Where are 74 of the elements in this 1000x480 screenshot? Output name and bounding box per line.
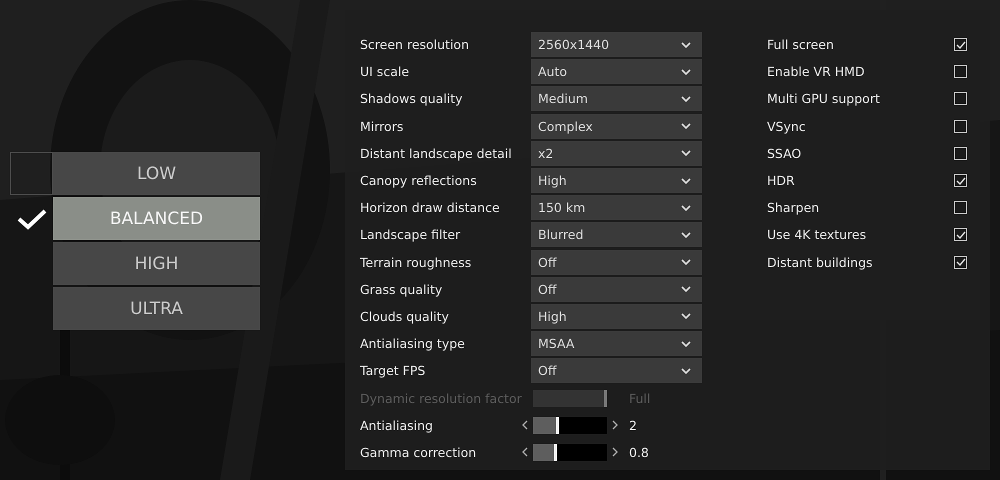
setting-label: Gamma correction xyxy=(360,444,478,460)
dropdown[interactable]: Auto xyxy=(531,59,702,84)
slider-track[interactable] xyxy=(533,416,607,434)
checkbox[interactable] xyxy=(954,174,967,188)
chevron-down-icon xyxy=(681,286,691,292)
setting-label: Clouds quality xyxy=(360,308,450,324)
dropdown[interactable]: x2 xyxy=(531,140,702,166)
setting-label: UI scale xyxy=(360,64,410,80)
checkbox[interactable] xyxy=(954,146,967,160)
slider-value: 0.8 xyxy=(629,444,649,460)
chevron-down-icon xyxy=(681,96,691,102)
setting-label: Landscape filter xyxy=(360,227,462,242)
chevron-down-icon xyxy=(681,368,691,374)
slider-track[interactable] xyxy=(533,390,607,407)
option-label: Use 4K textures xyxy=(767,227,866,242)
slider-track[interactable] xyxy=(533,444,607,461)
setting-label: Antialiasing xyxy=(360,418,434,433)
setting-label: Terrain roughness xyxy=(360,254,472,270)
chevron-down-icon xyxy=(681,68,691,75)
dropdown[interactable]: High xyxy=(531,304,702,329)
option-label: Full screen xyxy=(767,37,834,52)
setting-label: Antialiasing type xyxy=(360,336,466,352)
dropdown[interactable]: MSAA xyxy=(531,331,702,356)
preset-button[interactable]: HIGH xyxy=(53,242,260,285)
chevron-down-icon xyxy=(681,313,691,320)
option-label: Multi GPU support xyxy=(767,91,880,106)
chevron-down-icon xyxy=(681,178,691,184)
setting-label: Target FPS xyxy=(360,363,426,378)
chevron-down-icon xyxy=(681,204,691,211)
checkbox[interactable] xyxy=(954,256,967,269)
dropdown[interactable]: Off xyxy=(531,250,702,275)
dropdown[interactable]: High xyxy=(531,168,702,194)
dropdown[interactable]: Medium xyxy=(531,86,702,112)
checkbox[interactable] xyxy=(954,65,967,78)
checkbox[interactable] xyxy=(954,92,967,106)
chevron-down-icon xyxy=(681,123,691,130)
arrow-right-icon[interactable] xyxy=(611,447,619,458)
chevron-down-icon xyxy=(681,150,691,156)
arrow-right-icon[interactable] xyxy=(611,420,619,430)
checkbox[interactable] xyxy=(954,120,967,133)
checkbox[interactable] xyxy=(954,201,967,214)
setting-label: Horizon draw distance xyxy=(360,200,501,216)
option-label: SSAO xyxy=(767,146,802,161)
slider-value: 2 xyxy=(629,418,637,433)
slider-thumb[interactable] xyxy=(554,444,557,461)
setting-label: Canopy reflections xyxy=(360,173,478,188)
dropdown[interactable]: 2560x1440 xyxy=(531,32,702,58)
dropdown[interactable]: Blurred xyxy=(531,222,702,248)
slider-value: Full xyxy=(629,390,650,406)
option-label: Enable VR HMD xyxy=(767,64,865,80)
option-label: VSync xyxy=(767,118,806,134)
chevron-down-icon xyxy=(681,340,691,347)
setting-label: Mirrors xyxy=(360,118,404,134)
checkbox[interactable] xyxy=(954,228,967,242)
setting-label: Shadows quality xyxy=(360,91,464,106)
setting-label: Distant landscape detail xyxy=(360,146,513,161)
chevron-down-icon xyxy=(681,259,691,266)
preset-button[interactable]: LOW xyxy=(53,152,260,195)
preset-button[interactable]: ULTRA xyxy=(53,287,260,330)
setting-label: Grass quality xyxy=(360,282,444,297)
dropdown[interactable]: Off xyxy=(531,358,702,384)
chevron-down-icon xyxy=(681,232,691,238)
checkbox[interactable] xyxy=(954,38,967,52)
dropdown[interactable]: 150 km xyxy=(531,195,702,220)
setting-label: Screen resolution xyxy=(360,37,470,52)
chevron-down-icon xyxy=(681,42,691,48)
option-label: Sharpen xyxy=(767,200,820,216)
dropdown[interactable]: Complex xyxy=(531,114,702,139)
arrow-left-icon[interactable] xyxy=(521,447,529,458)
arrow-left-icon[interactable] xyxy=(521,420,529,430)
dropdown[interactable]: Off xyxy=(531,276,702,302)
option-label: Distant buildings xyxy=(767,254,873,270)
slider-thumb[interactable] xyxy=(556,416,560,434)
option-label: HDR xyxy=(767,173,795,188)
